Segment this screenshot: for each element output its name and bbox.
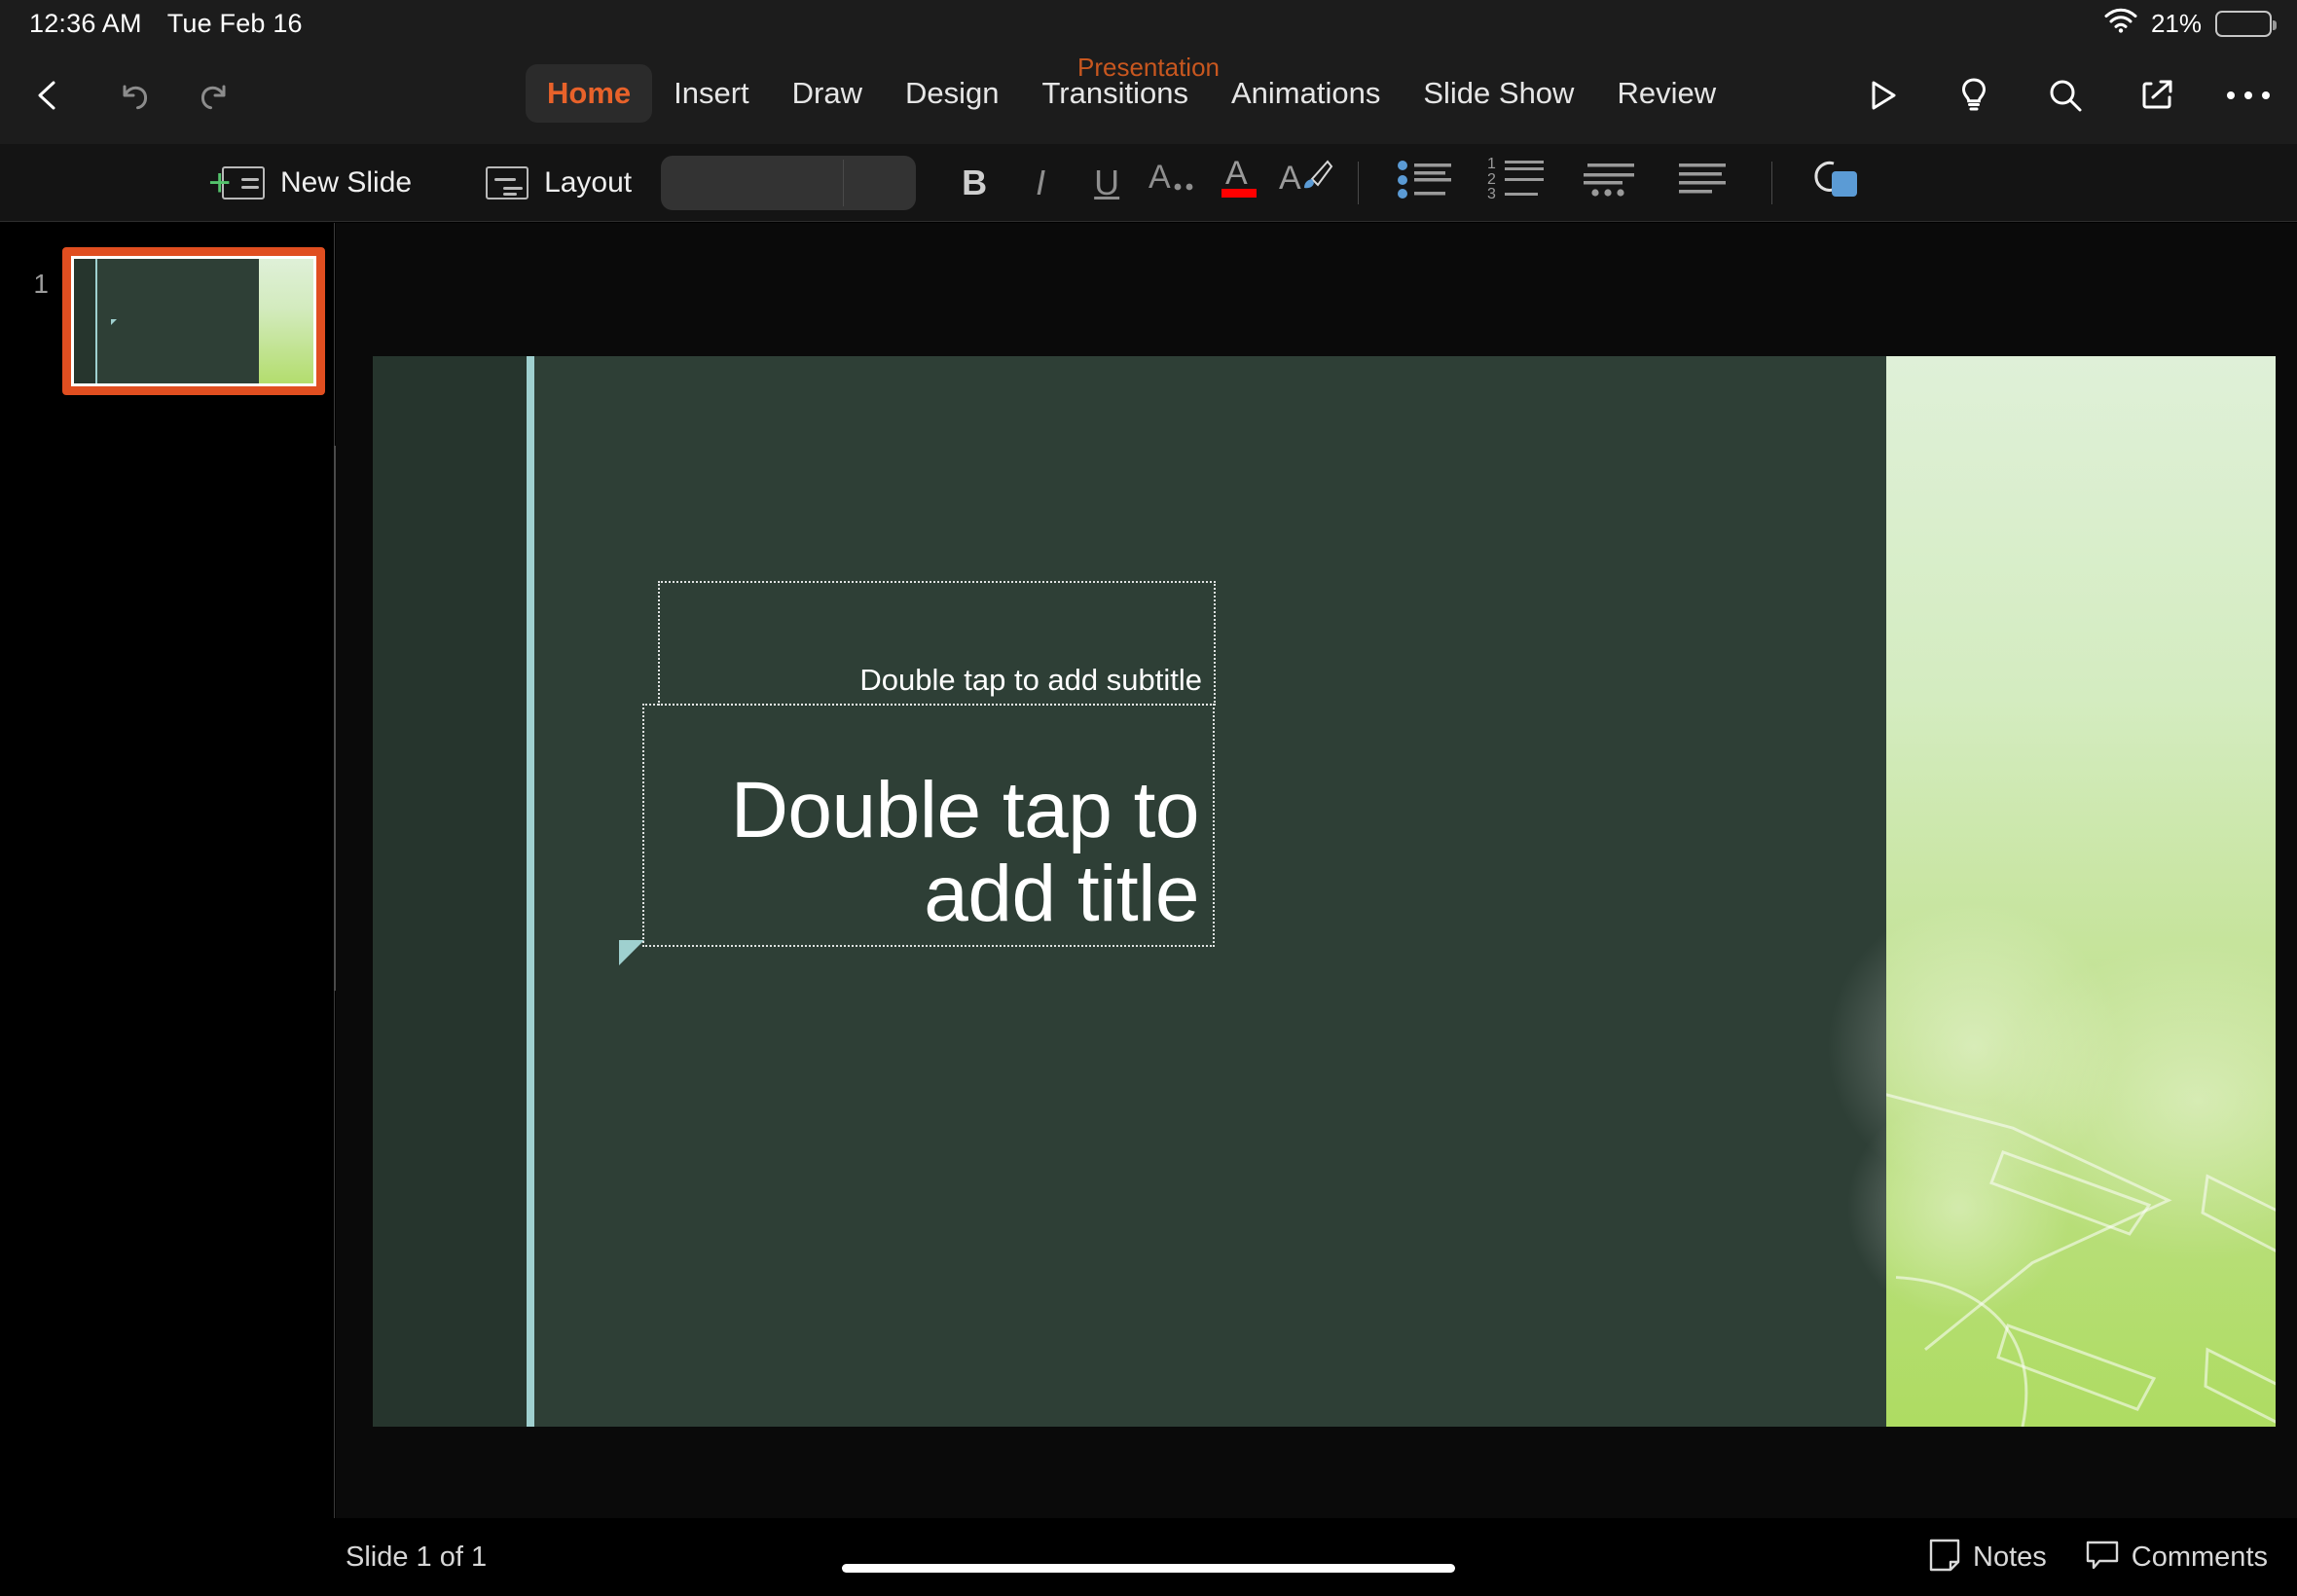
slide-surface[interactable]: Double tap to add subtitle Double tap to… [373,356,2276,1427]
subtitle-placeholder-text: Double tap to add subtitle [859,662,1202,697]
slide-number-label: 1 [33,269,49,299]
share-icon[interactable] [2122,60,2192,130]
italic-button[interactable]: I [1007,152,1074,214]
highlight-button[interactable]: A [1272,152,1338,214]
header-action-bar [1847,60,2283,130]
notes-page-icon [1929,1539,1960,1577]
redo-icon[interactable] [181,60,251,130]
ios-status-bar: 12:36 AM Tue Feb 16 21% [0,0,2297,47]
slide-navigator-sidebar[interactable]: 1 [0,223,338,1596]
lightbulb-icon[interactable] [1939,60,2009,130]
layout-icon [486,165,529,200]
ribbon-tab-bar: Home Insert Draw Design Transitions Anim… [526,64,1737,123]
home-ribbon: + New Slide Layout B I U A A A 1 2 3 [0,144,2297,222]
tab-draw[interactable]: Draw [771,64,884,123]
notes-label: Notes [1973,1541,2047,1573]
svg-text:A: A [1148,159,1171,196]
status-bar-left: 12:36 AM Tue Feb 16 [29,9,303,39]
indent-button[interactable] [1565,152,1659,214]
shape-arrange-button[interactable] [1792,152,1879,214]
new-slide-label: New Slide [280,165,413,199]
bottom-action-group: Notes Comments [1929,1539,2268,1577]
slide-editing-canvas[interactable]: Double tap to add subtitle Double tap to… [336,223,2297,1518]
paragraph-format-group: 1 2 3 [1378,152,1752,214]
status-bottom-bar: Slide 1 of 1 Notes Comments [0,1518,2297,1596]
comment-bubble-icon [2086,1540,2119,1576]
underline-button[interactable]: U [1074,152,1140,214]
text-highlight-brush-icon: A [1277,156,1333,209]
new-slide-button[interactable]: + New Slide [208,163,413,202]
layout-label: Layout [544,165,633,199]
search-icon[interactable] [2030,60,2100,130]
new-slide-icon: + [208,163,265,202]
title-placeholder-text: Double tap to add title [730,766,1200,938]
indent-icon [1582,156,1642,209]
tab-review[interactable]: Review [1595,64,1737,123]
bulleted-list-button[interactable] [1378,152,1472,214]
title-placeholder[interactable]: Double tap to add title [642,704,1215,947]
tab-insert[interactable]: Insert [652,64,771,123]
numbered-list-icon: 1 2 3 [1487,155,1550,210]
battery-icon [2215,10,2277,37]
tab-design[interactable]: Design [884,64,1021,123]
header-left-controls [14,60,251,130]
svg-text:A: A [1225,155,1248,192]
tab-slide-show[interactable]: Slide Show [1402,64,1595,123]
text-format-group: B I U A A A [941,152,1338,214]
powerpoint-app-window: 12:36 AM Tue Feb 16 21% Presentation Hom… [0,0,2297,1596]
slide-count-label: Slide 1 of 1 [346,1541,488,1573]
bulleted-list-icon [1395,156,1455,209]
status-time: 12:36 AM [29,8,142,38]
slide-thumbnail-preview [71,256,316,386]
back-chevron-icon[interactable] [14,60,84,130]
slide-decorative-panel [1828,356,2276,1427]
comments-button[interactable]: Comments [2086,1540,2268,1576]
play-slideshow-icon[interactable] [1847,60,1917,130]
svg-text:3: 3 [1487,186,1496,201]
bold-button[interactable]: B [941,152,1007,214]
comments-label: Comments [2131,1541,2268,1573]
numbered-list-button[interactable]: 1 2 3 [1472,152,1565,214]
svg-text:A: A [1279,160,1301,197]
slide-left-strip [373,356,527,1427]
subtitle-placeholder[interactable]: Double tap to add subtitle [658,581,1216,706]
slide-triangle-accent-icon [619,940,644,965]
layout-button[interactable]: Layout [486,165,633,200]
tab-animations[interactable]: Animations [1210,64,1402,123]
slide-thumbnail-1[interactable] [62,247,325,395]
more-text-format-button[interactable]: A [1140,152,1206,214]
font-color-icon: A [1216,153,1262,212]
wifi-icon [2104,8,2137,40]
font-name-size-field[interactable] [661,155,917,210]
slide-accent-stripe [527,356,534,1427]
more-ellipsis-icon[interactable] [2213,60,2283,130]
shape-arrange-icon [1805,154,1867,211]
font-color-button[interactable]: A [1206,152,1272,214]
home-indicator[interactable] [842,1564,1455,1573]
undo-icon[interactable] [97,60,167,130]
app-header: Presentation Home Insert Draw Design Tra… [0,47,2297,144]
slide-thumbnail-item[interactable]: 1 [18,247,325,395]
tab-home[interactable]: Home [526,64,653,123]
svg-text:1: 1 [1487,156,1496,172]
align-left-button[interactable] [1659,152,1752,214]
status-bar-right: 21% [2104,8,2277,40]
align-left-icon [1677,156,1733,209]
tab-transitions[interactable]: Transitions [1021,64,1210,123]
status-date: Tue Feb 16 [166,8,303,38]
more-format-icon: A [1147,159,1199,206]
battery-percent-label: 21% [2150,8,2202,38]
notes-button[interactable]: Notes [1929,1539,2047,1577]
chevron-decoration-icon [1886,1093,2276,1427]
